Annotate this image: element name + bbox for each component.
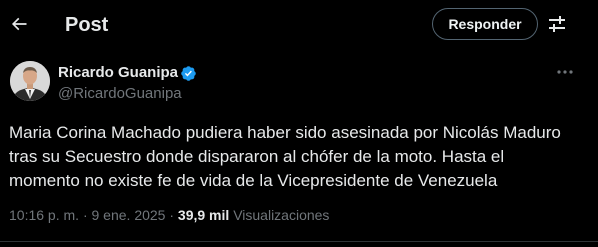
meta-separator: · (169, 207, 175, 223)
tweet-text-line: tras su Secuestro donde dispararon al ch… (9, 147, 505, 166)
views-count: 39,9 mil (177, 207, 230, 223)
profile-photo (10, 61, 50, 101)
tweet-time[interactable]: 10:16 p. m. (9, 207, 79, 223)
tweet-date[interactable]: 9 ene. 2025 (92, 207, 166, 223)
filter-button[interactable] (545, 12, 569, 36)
sliders-icon (549, 16, 565, 32)
tweet-text-line: momento no existe fe de vida de la Vicep… (9, 171, 498, 190)
tweet-text: Maria Corina Machado pudiera haber sido … (9, 121, 584, 193)
divider (0, 241, 598, 242)
tweet-meta: 10:16 p. m. · 9 ene. 2025 · 39,9 mil Vis… (9, 206, 329, 224)
meta-separator: · (82, 207, 88, 223)
reply-button[interactable]: Responder (432, 8, 538, 40)
views-label: Visualizaciones (233, 207, 330, 223)
more-horizontal-icon (557, 70, 573, 74)
author-handle[interactable]: @RicardoGuanipa (58, 85, 182, 103)
arrow-left-icon (11, 17, 27, 31)
post-header: Post Responder (0, 0, 598, 50)
avatar[interactable] (10, 61, 50, 101)
author-name[interactable]: Ricardo Guanipa (58, 64, 178, 82)
tweet-text-line: Maria Corina Machado pudiera haber sido … (9, 123, 561, 142)
more-options-button[interactable] (555, 62, 575, 82)
back-button[interactable] (5, 7, 33, 41)
verified-badge-icon (181, 66, 196, 81)
page-title: Post (65, 14, 109, 36)
